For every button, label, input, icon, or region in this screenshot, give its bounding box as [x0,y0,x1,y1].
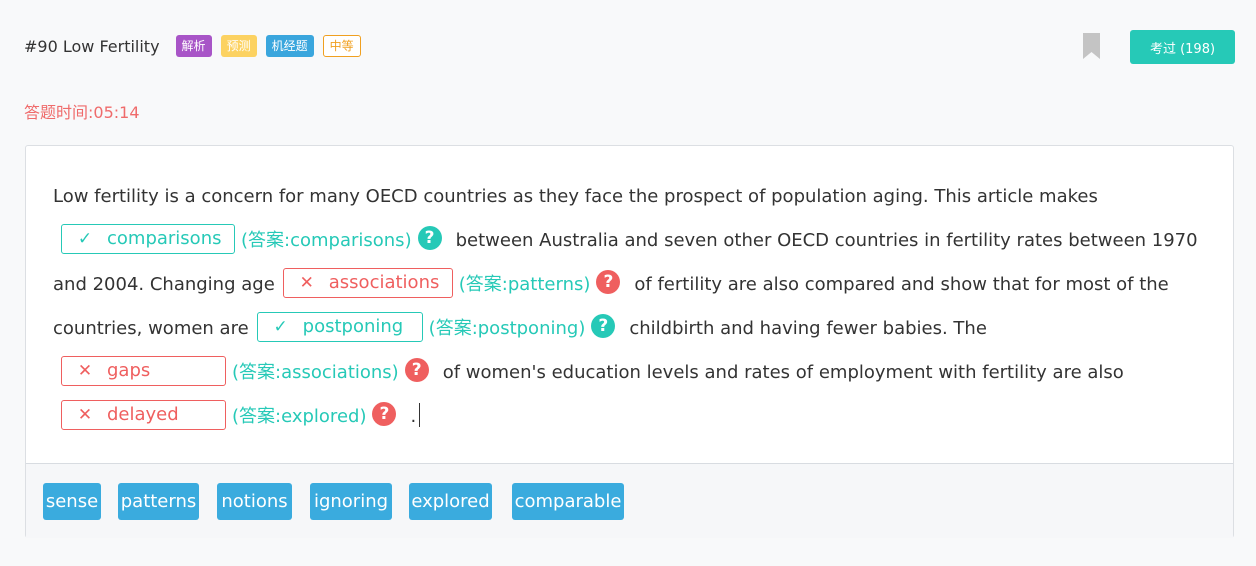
cross-icon: ✕ [77,361,93,381]
blank-2-answer: (答案:patterns) [458,274,591,295]
blank-4-value: gaps [107,360,151,381]
blank-1-answer: (答案:comparisons) [241,230,412,251]
blank-4[interactable]: ✕ gaps [61,356,226,386]
answer-timer: 答题时间:05:14 [24,99,140,123]
word-chip-ignoring[interactable]: ignoring [310,483,392,520]
blank-3[interactable]: ✓ postponing [256,312,423,342]
passage-text: . [410,406,417,427]
word-chip-comparable[interactable]: comparable [512,483,624,520]
passage-text: countries, women are [53,318,249,339]
blank-5-value: delayed [107,404,179,425]
word-chip-sense[interactable]: sense [43,483,101,520]
blank-3-value: postponing [302,316,404,337]
word-chip-notions[interactable]: notions [217,483,292,520]
blank-3-answer: (答案:postponing) [428,318,586,339]
timer-value: 05:14 [93,103,140,122]
blank-2-value: associations [328,272,440,293]
question-panel: Low fertility is a concern for many OECD… [25,145,1234,538]
word-bank: sense patterns notions ignoring explored… [26,463,1233,538]
tested-count-button[interactable]: 考过 (198) [1130,30,1235,64]
blank-2[interactable]: ✕ associations [282,268,453,298]
passage-text: of fertility are also compared and show … [634,274,1169,295]
blank-1[interactable]: ✓ comparisons [61,224,235,254]
passage-text: and 2004. Changing age [53,274,275,295]
cross-icon: ✕ [77,405,93,425]
cross-icon: ✕ [299,273,314,293]
passage-text: between Australia and seven other OECD c… [455,230,1198,251]
tag-machine-question[interactable]: 机经题 [265,35,314,57]
help-icon[interactable]: ? [404,358,429,382]
question-title: #90 Low Fertility [24,36,160,56]
question-header: #90 Low Fertility 解析 预测 机经题 中等 [24,30,370,62]
help-icon[interactable]: ? [596,270,621,294]
text-cursor [419,403,421,427]
check-icon: ✓ [77,229,93,249]
blank-5-answer: (答案:explored) [232,406,367,427]
help-icon[interactable]: ? [417,226,442,250]
bookmark-icon[interactable] [1083,33,1100,59]
check-icon: ✓ [273,317,288,337]
tag-difficulty: 中等 [322,35,361,57]
blank-4-answer: (答案:associations) [232,362,399,383]
timer-label: 答题时间: [24,103,94,122]
blank-1-value: comparisons [107,228,222,249]
passage-text: Low fertility is a concern for many OECD… [53,186,1098,207]
blank-5[interactable]: ✕ delayed [61,400,226,430]
help-icon[interactable]: ? [372,402,397,426]
passage-text: of women's education levels and rates of… [442,362,1124,383]
tag-analysis[interactable]: 解析 [175,35,212,57]
tag-prediction[interactable]: 预测 [220,35,257,57]
passage-text: childbirth and having fewer babies. The [629,318,987,339]
help-icon[interactable]: ? [591,314,616,338]
word-chip-explored[interactable]: explored [409,483,492,520]
passage: Low fertility is a concern for many OECD… [53,175,1213,439]
word-chip-patterns[interactable]: patterns [118,483,199,520]
